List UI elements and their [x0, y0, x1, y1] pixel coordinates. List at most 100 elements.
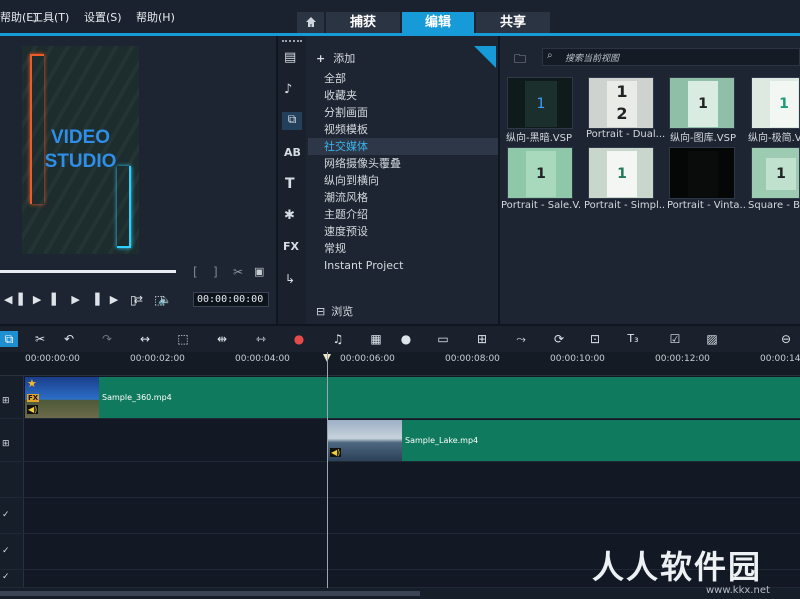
crop-icon[interactable]: ⬚	[154, 293, 165, 307]
thumbnail-label: 纵向-极简.V	[748, 133, 800, 144]
plus-icon: +	[316, 52, 326, 65]
track-header[interactable]: ⊞	[0, 376, 24, 418]
rotate-icon[interactable]: ⟳	[550, 331, 568, 347]
audio-badge-icon: ◀)	[330, 448, 342, 457]
thumbnail-label: Square - Ba	[748, 200, 800, 211]
3d-title-icon[interactable]: T₃	[624, 331, 642, 347]
title-icon[interactable]: T	[285, 176, 295, 192]
track-toggle-icon[interactable]: ✓	[2, 546, 10, 556]
thumbnail[interactable]: 1	[507, 147, 573, 199]
menu-item-help[interactable]: 帮助(H)	[136, 9, 175, 25]
menu-item-tools[interactable]: 工具(T)	[32, 9, 69, 25]
zoom-fit-icon[interactable]: ⬚	[174, 331, 192, 347]
mark-in-out[interactable]: [ ]	[193, 265, 218, 279]
timecode-field[interactable]: 00:00:00:00	[193, 292, 269, 307]
add-button[interactable]: + 添加	[316, 50, 355, 66]
scrub-bar[interactable]	[0, 270, 176, 273]
timeline-clip[interactable]: ◀) Sample_Lake.mp4	[328, 420, 800, 461]
audio-badge-icon: ◀)	[27, 405, 39, 414]
drag-handle[interactable]	[282, 40, 302, 43]
menu-item-settings[interactable]: 设置(S)	[84, 9, 122, 25]
thumbnail[interactable]: 1	[588, 147, 654, 199]
ruler-tick: 00:00:06:00	[340, 354, 395, 364]
track-header[interactable]: ✓	[0, 498, 24, 533]
category-item[interactable]: 视频模板	[308, 121, 498, 138]
thumbnail[interactable]	[669, 147, 735, 199]
track-header[interactable]: ✓	[0, 534, 24, 569]
split-icon[interactable]: ⇿	[252, 331, 270, 347]
track-header[interactable]	[0, 462, 24, 497]
category-item[interactable]: 纵向到横向	[308, 172, 498, 189]
snapshot-icon[interactable]: ▣	[254, 265, 264, 278]
color-grading-icon[interactable]: ▨	[703, 331, 721, 347]
fx-icon[interactable]: FX	[283, 240, 299, 253]
video-track: ⊞ ★ FX ◀) Sample_360.mp4	[0, 376, 800, 419]
trim-icon[interactable]: ⇹	[213, 331, 231, 347]
zoom-out-icon[interactable]: ⊖	[777, 331, 795, 347]
scrollbar-thumb[interactable]	[0, 591, 420, 596]
timeline-scrollbar[interactable]	[0, 588, 800, 599]
track-toggle-icon[interactable]: ⊞	[2, 396, 10, 406]
thumbnail[interactable]: 1	[669, 77, 735, 129]
track-header[interactable]: ✓	[0, 570, 24, 587]
media-icon[interactable]: ▤	[284, 50, 296, 65]
tab-capture[interactable]: 捕获	[326, 12, 400, 33]
thumbnail[interactable]: 1	[507, 77, 573, 129]
category-item[interactable]: 收藏夹	[308, 87, 498, 104]
undo-icon[interactable]: ↶	[60, 331, 78, 347]
category-item[interactable]: 速度预设	[308, 223, 498, 240]
watermark-url: www.kkx.net	[706, 585, 770, 596]
browse-button[interactable]: ⊟ 浏览	[316, 303, 353, 319]
thumbnail[interactable]: 1	[751, 147, 800, 199]
mask-icon[interactable]: ●	[397, 331, 415, 347]
tab-home[interactable]	[297, 12, 324, 33]
thumbnail[interactable]: 12	[588, 77, 654, 129]
category-item[interactable]: Instant Project	[308, 257, 498, 274]
category-item[interactable]: 潮流风格	[308, 189, 498, 206]
category-item[interactable]: 常规	[308, 240, 498, 257]
track-toggle-icon[interactable]: ✓	[2, 510, 10, 520]
category-item-selected[interactable]: 社交媒体	[308, 138, 498, 155]
subtitle-icon[interactable]: ▭	[434, 331, 452, 347]
search-input[interactable]: ⌕ 搜索当前视图	[542, 48, 800, 66]
speed-icon[interactable]: ⤳	[512, 331, 530, 347]
storyboard-view-icon[interactable]: ⧉	[0, 331, 18, 347]
aspect-ratio-icon[interactable]: ▯	[130, 293, 137, 307]
category-item[interactable]: 主题介绍	[308, 206, 498, 223]
tab-share[interactable]: 共享	[476, 12, 550, 33]
track-toggle-icon[interactable]: ✓	[2, 572, 10, 582]
folder-icon[interactable]: 🗀	[514, 50, 526, 71]
transition-icon[interactable]: AB	[284, 146, 301, 159]
playback-controls[interactable]: ◀▌▶▐ ▶ ▌▶ ⇄ 🔈	[4, 293, 178, 306]
graphics-icon[interactable]: ✱	[284, 208, 295, 223]
category-item[interactable]: 分割画面	[308, 104, 498, 121]
motion-icon[interactable]: ▦	[367, 331, 385, 347]
scissors-icon[interactable]: ✂	[233, 265, 243, 279]
ruler-tick: 00:00:08:00	[445, 354, 500, 364]
record-icon[interactable]: ●	[290, 331, 308, 347]
thumbnail-label: Portrait - Dual...	[586, 129, 666, 140]
timeline-ruler[interactable]: 00:00:00:00 00:00:02:00 00:00:04:00 00:0…	[0, 352, 800, 376]
clip-name: Sample_Lake.mp4	[405, 436, 479, 445]
tools-icon[interactable]: ✂	[31, 331, 49, 347]
checklist-icon[interactable]: ☑	[666, 331, 684, 347]
category-item[interactable]: 网络摄像头覆叠	[308, 155, 498, 172]
timeline-clip[interactable]: ★ FX ◀) Sample_360.mp4	[25, 377, 800, 418]
thumbnail-label: 纵向-图库.VSP	[670, 133, 737, 144]
split-screen-icon[interactable]: ⊞	[473, 331, 491, 347]
tracking-icon[interactable]: ⊡	[586, 331, 604, 347]
redo-icon[interactable]: ↷	[98, 331, 116, 347]
track-toggle-icon[interactable]: ⊞	[2, 439, 10, 449]
fit-project-icon[interactable]: ↔	[136, 331, 154, 347]
track-header[interactable]: ⊞	[0, 419, 24, 461]
tab-edit[interactable]: 编辑	[402, 12, 474, 33]
clip-thumbnail: ◀)	[328, 420, 402, 461]
overlay-track: ⊞ ◀) Sample_Lake.mp4	[0, 419, 800, 462]
thumbnail[interactable]: 1	[751, 77, 800, 129]
audio-icon[interactable]: ♪	[284, 82, 292, 97]
category-item[interactable]: 全部	[308, 70, 498, 87]
audio-mixer-icon[interactable]: ♫	[329, 331, 347, 347]
instant-project-icon[interactable]: ⧉	[282, 112, 302, 130]
ruler-tick: 00:00:02:00	[130, 354, 185, 364]
path-icon[interactable]: ↳	[285, 272, 295, 286]
